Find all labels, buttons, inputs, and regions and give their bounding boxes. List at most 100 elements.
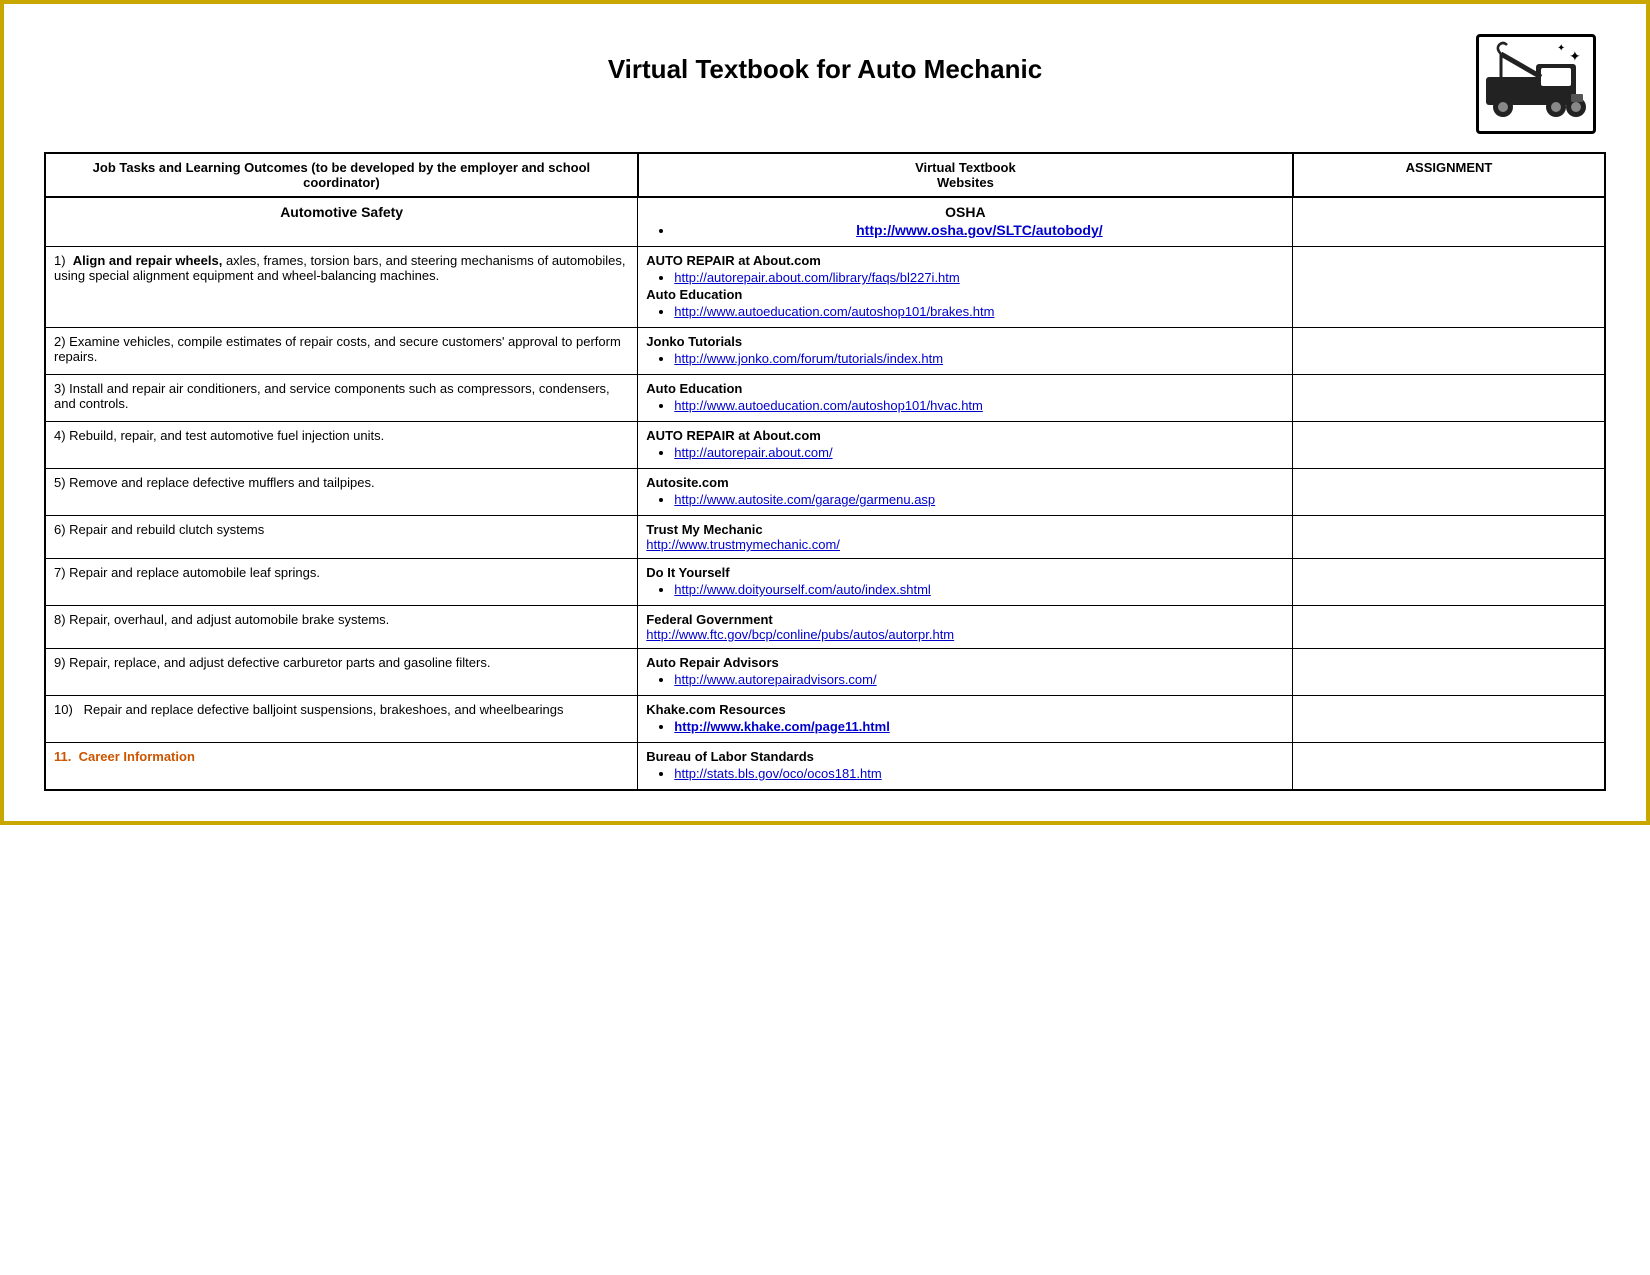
resource-9-links: http://www.autorepairadvisors.com/ bbox=[646, 672, 1284, 687]
assignment-4 bbox=[1293, 422, 1605, 469]
career-info-label: 11. Career Information bbox=[54, 749, 195, 764]
page-header: Virtual Textbook for Auto Mechanic bbox=[44, 34, 1606, 134]
table-row: 6) Repair and rebuild clutch systems Tru… bbox=[45, 516, 1605, 559]
resource-10-name: Khake.com Resources bbox=[646, 702, 785, 717]
table-row: 8) Repair, overhaul, and adjust automobi… bbox=[45, 606, 1605, 649]
task-1-bold: Align and repair wheels, bbox=[73, 253, 223, 268]
resource-1-name2: Auto Education bbox=[646, 287, 742, 302]
task-11: 11. Career Information bbox=[45, 743, 638, 791]
resource-10-links: http://www.khake.com/page11.html bbox=[646, 719, 1284, 734]
osha-label: OSHA bbox=[945, 204, 985, 220]
resource-6-name: Trust My Mechanic bbox=[646, 522, 762, 537]
table-row: 2) Examine vehicles, compile estimates o… bbox=[45, 328, 1605, 375]
table-row: 1) Align and repair wheels, axles, frame… bbox=[45, 247, 1605, 328]
resource-8-link[interactable]: http://www.ftc.gov/bcp/conline/pubs/auto… bbox=[646, 627, 1284, 642]
task-2-text: 2) Examine vehicles, compile estimates o… bbox=[54, 334, 621, 364]
resource-5-link[interactable]: http://www.autosite.com/garage/garmenu.a… bbox=[674, 492, 935, 507]
resource-1-name: AUTO REPAIR at About.com bbox=[646, 253, 821, 268]
task-4: 4) Rebuild, repair, and test automotive … bbox=[45, 422, 638, 469]
table-row: 4) Rebuild, repair, and test automotive … bbox=[45, 422, 1605, 469]
task-8-text: 8) Repair, overhaul, and adjust automobi… bbox=[54, 612, 389, 627]
resource-7-links: http://www.doityourself.com/auto/index.s… bbox=[646, 582, 1284, 597]
task-7-text: 7) Repair and replace automobile leaf sp… bbox=[54, 565, 320, 580]
assignment-8 bbox=[1293, 606, 1605, 649]
col-header-tasks: Job Tasks and Learning Outcomes (to be d… bbox=[45, 153, 638, 197]
assignment-7 bbox=[1293, 559, 1605, 606]
task-5-text: 5) Remove and replace defective mufflers… bbox=[54, 475, 375, 490]
task-10: 10) Repair and replace defective balljoi… bbox=[45, 696, 638, 743]
resource-4-name: AUTO REPAIR at About.com bbox=[646, 428, 821, 443]
page-wrapper: Virtual Textbook for Auto Mechanic bbox=[24, 24, 1626, 801]
table-row: 11. Career Information Bureau of Labor S… bbox=[45, 743, 1605, 791]
resource-1-link2[interactable]: http://www.autoeducation.com/autoshop101… bbox=[674, 304, 994, 319]
resource-5-links: http://www.autosite.com/garage/garmenu.a… bbox=[646, 492, 1284, 507]
assignment-1 bbox=[1293, 247, 1605, 328]
task-9-text: 9) Repair, replace, and adjust defective… bbox=[54, 655, 490, 670]
table-row: 10) Repair and replace defective balljoi… bbox=[45, 696, 1605, 743]
assignment-11 bbox=[1293, 743, 1605, 791]
resource-9-name: Auto Repair Advisors bbox=[646, 655, 778, 670]
resource-3: Auto Education http://www.autoeducation.… bbox=[638, 375, 1293, 422]
logo-area: ✦ ✦ bbox=[1476, 34, 1606, 134]
resource-2-link[interactable]: http://www.jonko.com/forum/tutorials/ind… bbox=[674, 351, 943, 366]
resource-7-link[interactable]: http://www.doityourself.com/auto/index.s… bbox=[674, 582, 931, 597]
svg-text:✦: ✦ bbox=[1569, 48, 1581, 64]
resource-11: Bureau of Labor Standards http://stats.b… bbox=[638, 743, 1293, 791]
section-header-row: Automotive Safety OSHA http://www.osha.g… bbox=[45, 197, 1605, 247]
table-row: 7) Repair and replace automobile leaf sp… bbox=[45, 559, 1605, 606]
resource-10-link[interactable]: http://www.khake.com/page11.html bbox=[674, 719, 890, 734]
col-header-websites: Virtual TextbookWebsites bbox=[638, 153, 1293, 197]
resource-4: AUTO REPAIR at About.com http://autorepa… bbox=[638, 422, 1293, 469]
task-3-text: 3) Install and repair air conditioners, … bbox=[54, 381, 610, 411]
resource-3-name: Auto Education bbox=[646, 381, 742, 396]
resource-2: Jonko Tutorials http://www.jonko.com/for… bbox=[638, 328, 1293, 375]
task-3: 3) Install and repair air conditioners, … bbox=[45, 375, 638, 422]
resource-6-link[interactable]: http://www.trustmymechanic.com/ bbox=[646, 537, 1284, 552]
task-8: 8) Repair, overhaul, and adjust automobi… bbox=[45, 606, 638, 649]
section-header-websites: OSHA http://www.osha.gov/SLTC/autobody/ bbox=[638, 197, 1293, 247]
table-row: 5) Remove and replace defective mufflers… bbox=[45, 469, 1605, 516]
resource-6: Trust My Mechanic http://www.trustmymech… bbox=[638, 516, 1293, 559]
resource-2-links: http://www.jonko.com/forum/tutorials/ind… bbox=[646, 351, 1284, 366]
automotive-safety-label: Automotive Safety bbox=[280, 204, 403, 220]
resource-3-link[interactable]: http://www.autoeducation.com/autoshop101… bbox=[674, 398, 983, 413]
osha-links: http://www.osha.gov/SLTC/autobody/ bbox=[646, 222, 1284, 238]
resource-1: AUTO REPAIR at About.com http://autorepa… bbox=[638, 247, 1293, 328]
section-header-tasks: Automotive Safety bbox=[45, 197, 638, 247]
task-4-text: 4) Rebuild, repair, and test automotive … bbox=[54, 428, 384, 443]
assignment-10 bbox=[1293, 696, 1605, 743]
assignment-5 bbox=[1293, 469, 1605, 516]
table-row: 3) Install and repair air conditioners, … bbox=[45, 375, 1605, 422]
resource-8-name: Federal Government bbox=[646, 612, 772, 627]
resource-9-link[interactable]: http://www.autorepairadvisors.com/ bbox=[674, 672, 876, 687]
resource-1-links2: http://www.autoeducation.com/autoshop101… bbox=[646, 304, 1284, 319]
resource-10: Khake.com Resources http://www.khake.com… bbox=[638, 696, 1293, 743]
assignment-3 bbox=[1293, 375, 1605, 422]
resource-1-link1[interactable]: http://autorepair.about.com/library/faqs… bbox=[674, 270, 959, 285]
resource-11-link[interactable]: http://stats.bls.gov/oco/ocos181.htm bbox=[674, 766, 881, 781]
section-header-assignment bbox=[1293, 197, 1605, 247]
assignment-2 bbox=[1293, 328, 1605, 375]
task-9: 9) Repair, replace, and adjust defective… bbox=[45, 649, 638, 696]
main-table: Job Tasks and Learning Outcomes (to be d… bbox=[44, 152, 1606, 791]
task-10-text: 10) Repair and replace defective balljoi… bbox=[54, 702, 563, 717]
task-6-text: 6) Repair and rebuild clutch systems bbox=[54, 522, 264, 537]
osha-link[interactable]: http://www.osha.gov/SLTC/autobody/ bbox=[856, 222, 1103, 238]
assignment-6 bbox=[1293, 516, 1605, 559]
tow-truck-svg: ✦ ✦ bbox=[1481, 39, 1591, 129]
resource-7-name: Do It Yourself bbox=[646, 565, 729, 580]
task-1: 1) Align and repair wheels, axles, frame… bbox=[45, 247, 638, 328]
assignment-9 bbox=[1293, 649, 1605, 696]
resource-4-links: http://autorepair.about.com/ bbox=[646, 445, 1284, 460]
resource-5: Autosite.com http://www.autosite.com/gar… bbox=[638, 469, 1293, 516]
resource-7: Do It Yourself http://www.doityourself.c… bbox=[638, 559, 1293, 606]
task-5: 5) Remove and replace defective mufflers… bbox=[45, 469, 638, 516]
resource-3-links: http://www.autoeducation.com/autoshop101… bbox=[646, 398, 1284, 413]
resource-1-links: http://autorepair.about.com/library/faqs… bbox=[646, 270, 1284, 285]
resource-9: Auto Repair Advisors http://www.autorepa… bbox=[638, 649, 1293, 696]
task-7: 7) Repair and replace automobile leaf sp… bbox=[45, 559, 638, 606]
resource-4-link[interactable]: http://autorepair.about.com/ bbox=[674, 445, 832, 460]
title-area: Virtual Textbook for Auto Mechanic bbox=[174, 34, 1476, 85]
table-row: 9) Repair, replace, and adjust defective… bbox=[45, 649, 1605, 696]
task-6: 6) Repair and rebuild clutch systems bbox=[45, 516, 638, 559]
